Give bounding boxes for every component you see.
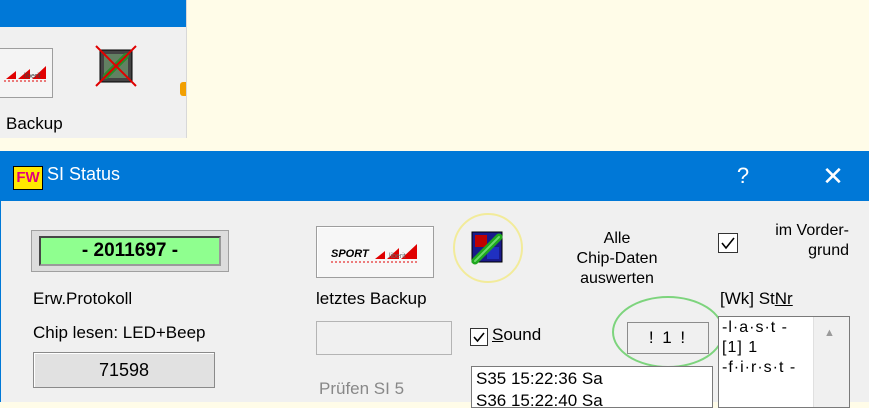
sound-label[interactable]: Sound	[492, 325, 541, 345]
sport-backup-button[interactable]: SPORT liberit	[316, 226, 434, 278]
rank-list-scrollbar[interactable]: ▲	[813, 317, 849, 407]
app-icon-text: FW	[16, 169, 40, 186]
rank-list[interactable]: -l·a·s·t - [1] 1 -f·i·r·s·t - ▲	[718, 316, 850, 408]
foreground-label-line-1: im Vorder-	[775, 222, 849, 239]
list-item[interactable]: [1] 1	[722, 339, 758, 357]
evaluate-line-1: Alle	[603, 230, 631, 247]
app-icon: FW	[13, 166, 43, 190]
window-title: SI Status	[47, 164, 121, 184]
window-client-area: - 2011697 - Erw.Protokoll Chip lesen: LE…	[1, 201, 869, 408]
evaluate-line-2: Chip-Daten	[576, 250, 658, 267]
chip-data-icon[interactable]	[469, 229, 505, 265]
checkmark-icon	[473, 332, 485, 343]
wk-stnr-header[interactable]: [Wk] StNr	[720, 289, 793, 309]
chip-lesen-label: Chip lesen: LED+Beep	[33, 323, 206, 342]
list-item[interactable]: S35 15:22:36 Sa	[476, 369, 603, 389]
svg-text:SPORT: SPORT	[331, 248, 370, 260]
count-button[interactable]: 71598	[33, 352, 215, 388]
svg-text:liberit: liberit	[389, 253, 406, 260]
sport-logo-icon: SPORT liberit	[331, 244, 419, 263]
svg-text:liberit: liberit	[24, 73, 41, 80]
scroll-up-icon[interactable]: ▲	[824, 327, 835, 339]
help-button[interactable]: ?	[713, 151, 773, 201]
checkmark-icon	[721, 237, 735, 250]
si-status-window: FW SI Status ? ✕ - 2011697 - Erw.Protoko…	[0, 151, 869, 408]
nr-label: Nr	[774, 289, 793, 308]
previous-window-fragment: liberit Backup	[0, 0, 187, 138]
foreground-checkbox[interactable]	[718, 233, 738, 253]
no-data-icon[interactable]	[94, 44, 138, 88]
pruefen-si5-label: Prüfen SI 5	[319, 379, 405, 398]
list-item[interactable]: -l·a·s·t -	[722, 319, 788, 337]
wk-label: [Wk] St	[720, 289, 775, 308]
letztes-backup-label: letztes Backup	[316, 289, 427, 308]
close-button[interactable]: ✕	[796, 151, 869, 201]
evaluate-line-3: auswerten	[580, 270, 654, 287]
foreground-label-line-2: grund	[808, 242, 849, 259]
list-item[interactable]: -f·i·r·s·t -	[722, 359, 796, 377]
window-titlebar[interactable]: FW SI Status ? ✕	[1, 151, 869, 201]
erw-protokoll-label[interactable]: Erw.Protokoll	[33, 289, 132, 309]
sound-checkbox[interactable]	[470, 328, 488, 346]
sound-label-accelerator: S	[492, 325, 504, 344]
highlight-ellipse	[612, 296, 724, 368]
foreground-label[interactable]: im Vorder- grund	[739, 221, 849, 261]
top-backup-label: Backup	[6, 114, 63, 133]
partial-icon	[180, 82, 186, 96]
chip-number-display: - 2011697 -	[39, 236, 221, 266]
list-item[interactable]: S36 15:22:40 Sa	[476, 391, 603, 407]
sport-logo-icon: liberit	[4, 66, 48, 82]
sound-label-rest: ound	[503, 325, 542, 344]
backup-value-field	[316, 321, 452, 355]
top-sport-button[interactable]: liberit	[0, 48, 53, 98]
evaluate-all-chip-data-label[interactable]: Alle Chip-Daten auswerten	[547, 229, 687, 289]
previous-window-titlebar	[0, 0, 186, 27]
